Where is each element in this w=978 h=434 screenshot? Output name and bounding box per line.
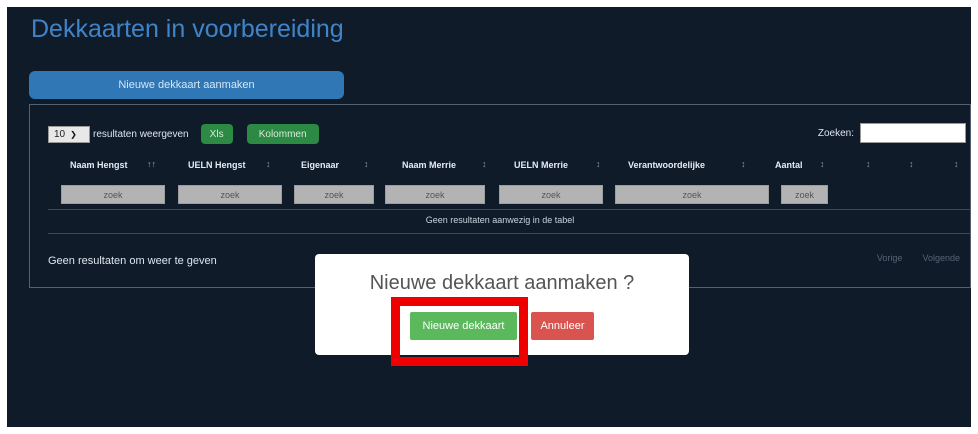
column-header-ueln-hengst[interactable]: UELN Hengst (188, 153, 246, 177)
empty-table-message: Geen resultaten aanwezig in de tabel (425, 215, 575, 225)
column-label: Aantal (775, 160, 803, 170)
table-divider (48, 233, 970, 234)
column-header-naam-merrie[interactable]: Naam Merrie (402, 153, 456, 177)
filter-input-naam-merrie[interactable]: zoek (385, 185, 485, 204)
sort-both-icon: ↕ (820, 159, 825, 169)
page-length-label: resultaten weergeven (93, 128, 189, 140)
column-header-aantal[interactable]: Aantal (775, 153, 803, 177)
columns-button[interactable]: Kolommen (246, 124, 319, 144)
confirm-new-studcard-button[interactable]: Nieuwe dekkaart (410, 312, 517, 340)
filter-input-aantal[interactable]: zoek (781, 185, 828, 204)
filter-input-naam-hengst[interactable]: zoek (61, 185, 165, 204)
column-label: Verantwoordelijke (628, 160, 706, 170)
table-divider (48, 209, 970, 210)
sort-both-icon: ↕ (596, 159, 601, 169)
filter-input-eigenaar[interactable]: zoek (294, 185, 374, 204)
table-toolbar: 10 ❯ resultaten weergeven Xls Kolommen Z… (48, 123, 970, 145)
page-length-select[interactable]: 10 ❯ (48, 125, 90, 143)
filter-row: zoek zoek zoek zoek zoek zoek zoek (30, 185, 970, 205)
sort-both-icon: ↕ (482, 159, 487, 169)
xls-export-button[interactable]: Xls (200, 124, 233, 144)
column-label: Naam Hengst (70, 160, 128, 170)
new-studcard-button[interactable]: Nieuwe dekkaart aanmaken (29, 71, 344, 99)
page-length-value: 10 (54, 128, 66, 140)
column-label: UELN Hengst (188, 160, 246, 170)
previous-page-button[interactable]: Vorige (877, 253, 903, 263)
table-info: Geen resultaten om weer te geven (48, 255, 217, 267)
column-label: Naam Merrie (402, 160, 457, 170)
column-header-eigenaar[interactable]: Eigenaar (301, 153, 339, 177)
sort-both-icon[interactable]: ↕ (954, 159, 959, 169)
filter-input-ueln-merrie[interactable]: zoek (499, 185, 603, 204)
confirm-dialog: Nieuwe dekkaart aanmaken ? Nieuwe dekkaa… (315, 254, 689, 355)
column-label: Eigenaar (301, 160, 340, 170)
sort-both-icon[interactable]: ↕ (866, 159, 871, 169)
sort-both-icon: ↕ (266, 159, 271, 169)
sort-both-icon: ↕ (741, 159, 746, 169)
chevron-down-icon: ❯ (70, 129, 77, 139)
column-header-naam-hengst[interactable]: Naam Hengst (70, 153, 128, 177)
app-window: Dekkaarten in voorbereiding Nieuwe dekka… (7, 7, 971, 427)
page-title: Dekkaarten in voorbereiding (31, 15, 344, 43)
column-header-verantwoordelijke[interactable]: Verantwoordelijke (628, 153, 705, 177)
dialog-title: Nieuwe dekkaart aanmaken ? (369, 272, 635, 294)
next-page-button[interactable]: Volgende (922, 253, 960, 263)
table-header: Naam Hengst ↑↑ UELN Hengst ↕ Eigenaar ↕ … (30, 153, 970, 177)
column-label: UELN Merrie (514, 160, 569, 170)
pagination: Vorige Volgende (877, 253, 960, 263)
cancel-button[interactable]: Annuleer (531, 312, 594, 340)
sort-both-icon[interactable]: ↕ (909, 159, 914, 169)
sort-ascending-icon: ↑↑ (147, 159, 156, 169)
search-input[interactable] (860, 123, 966, 143)
search-label: Zoeken: (817, 128, 854, 139)
filter-input-ueln-hengst[interactable]: zoek (178, 185, 282, 204)
filter-input-verantwoordelijke[interactable]: zoek (615, 185, 769, 204)
column-header-ueln-merrie[interactable]: UELN Merrie (514, 153, 568, 177)
sort-both-icon: ↕ (364, 159, 369, 169)
